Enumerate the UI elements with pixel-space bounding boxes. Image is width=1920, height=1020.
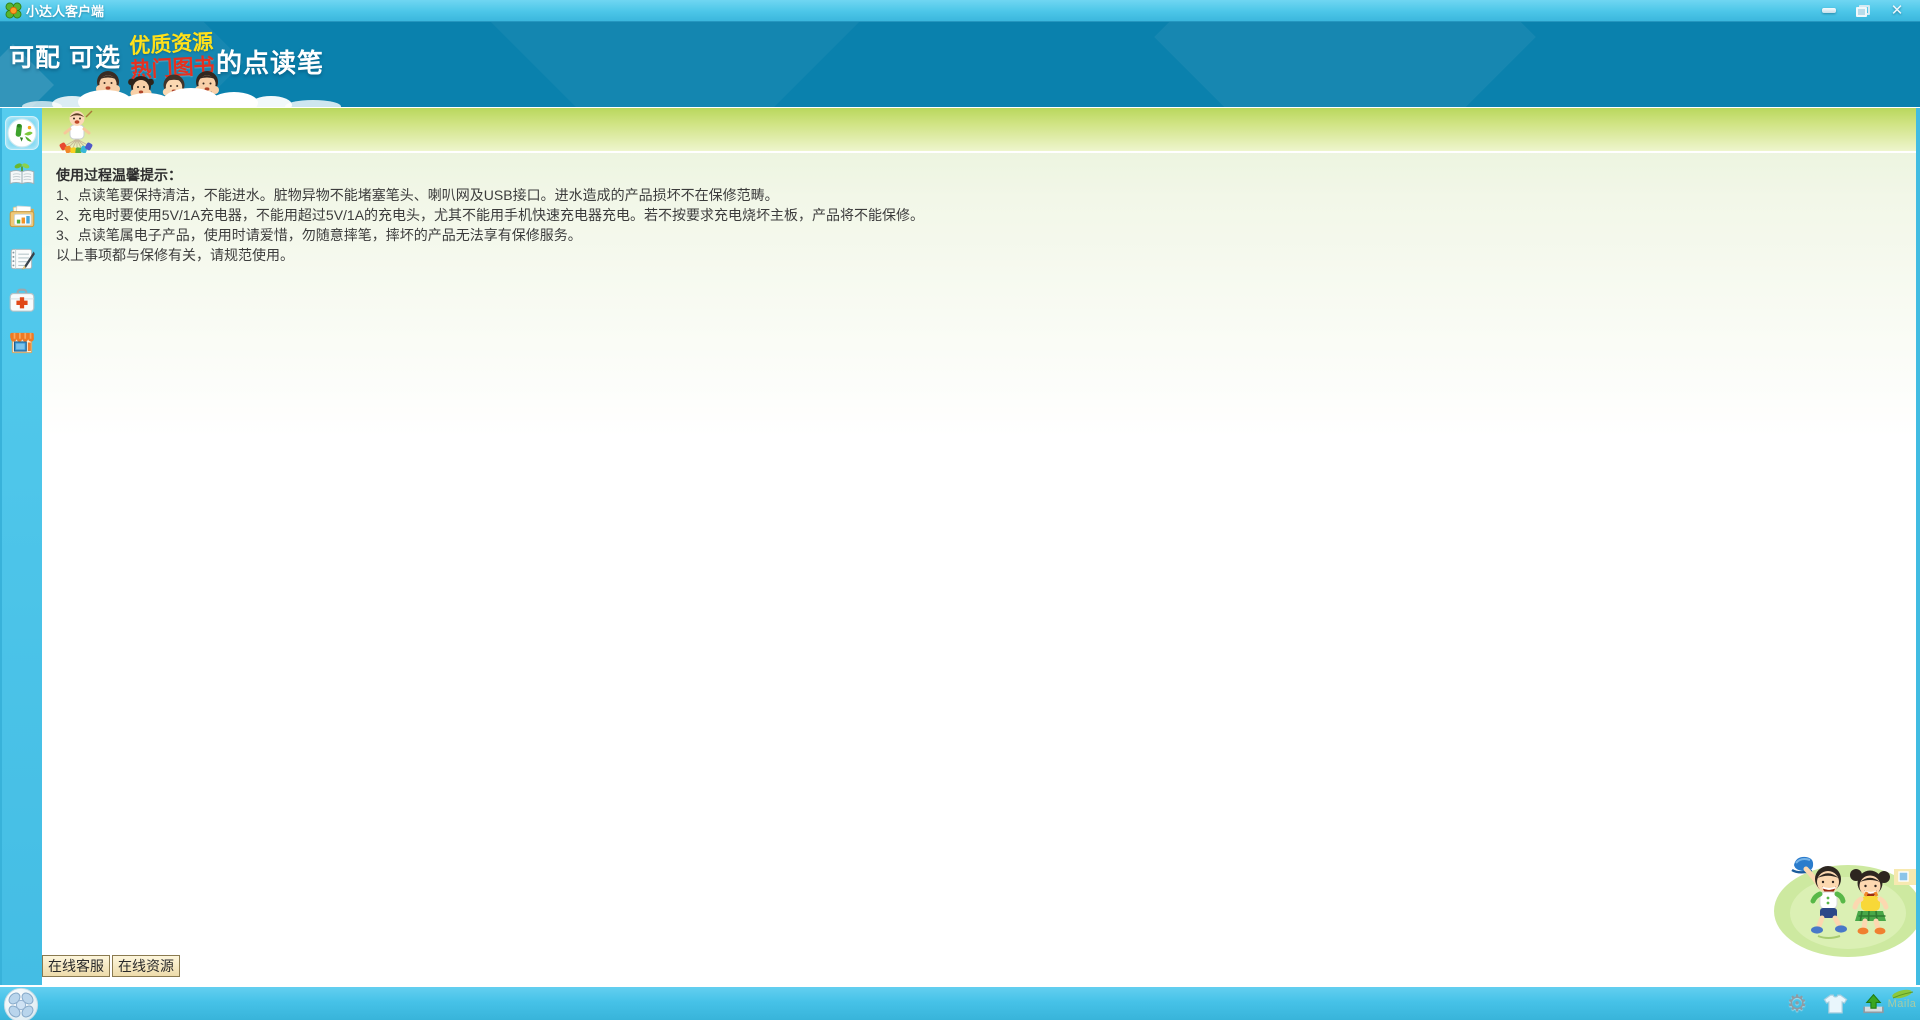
sidebar-item-resource-folder[interactable] xyxy=(5,200,39,234)
banner-headline-right: 的点读笔 xyxy=(216,43,324,80)
restore-icon xyxy=(1856,5,1870,17)
tips-line-2: 2、充电时要使用5V/1A充电器，不能用超过5V/1A的充电头，尤其不能用手机快… xyxy=(56,205,924,225)
store-icon xyxy=(7,328,37,358)
content-header-bar xyxy=(42,108,1916,153)
footer-buttons: 在线客服 在线资源 xyxy=(42,955,180,977)
sidebar-item-reader-pen[interactable] xyxy=(5,116,39,150)
restore-button[interactable] xyxy=(1850,3,1876,19)
gear-icon: ⚙ xyxy=(1787,993,1808,1016)
minimize-icon xyxy=(1822,8,1836,13)
app-logo-clover-icon xyxy=(5,2,22,19)
window-controls: ✕ xyxy=(1816,3,1920,19)
tips-line-4: 以上事项都与保修有关，请规范使用。 xyxy=(56,245,924,265)
close-icon: ✕ xyxy=(1891,3,1904,18)
status-bar: ⚙ Maila xyxy=(0,985,1920,1020)
shopper-kid-character xyxy=(56,109,98,153)
folder-chart-icon xyxy=(7,202,37,232)
maila-brand-logo: Maila xyxy=(1878,989,1920,1009)
content-panel: 使用过程温馨提示： 1、点读笔要保持清洁，不能进水。脏物异物不能堵塞笔头、喇叭网… xyxy=(42,108,1916,985)
reader-pen-plant-icon xyxy=(7,118,37,148)
settings-button[interactable]: ⚙ xyxy=(1784,992,1810,1016)
brand-name: Maila xyxy=(1878,1000,1920,1009)
banner-deco-shape xyxy=(456,22,894,108)
title-bar: 小达人客户端 ✕ xyxy=(0,0,1920,22)
tips-line-3: 3、点读笔属电子产品，使用时请爱惜，勿随意摔笔，摔坏的产品无法享有保修服务。 xyxy=(56,225,924,245)
sidebar-item-repair-kit[interactable] xyxy=(5,284,39,318)
usage-tips: 使用过程温馨提示： 1、点读笔要保持清洁，不能进水。脏物异物不能堵塞笔头、喇叭网… xyxy=(56,165,924,265)
sidebar xyxy=(2,108,42,985)
sidebar-item-notebook[interactable] xyxy=(5,242,39,276)
promo-banner: 可配 可选 优质资源 热门图书 的点读笔 xyxy=(0,22,1920,108)
status-bar-icons: ⚙ xyxy=(1784,992,1886,1016)
sidebar-item-book-sprout[interactable] xyxy=(5,158,39,192)
book-sprout-icon xyxy=(7,160,37,190)
first-aid-kit-icon xyxy=(7,286,37,316)
banner-deco-shape xyxy=(1154,22,1536,108)
t-shirt-icon xyxy=(1823,994,1848,1014)
skin-button[interactable] xyxy=(1822,992,1848,1016)
window-title: 小达人客户端 xyxy=(26,1,104,20)
app-window: 小达人客户端 ✕ 可配 可选 优质资源 热门图书 的点读笔 xyxy=(0,0,1920,1020)
flower-assistant-button[interactable] xyxy=(3,987,39,1020)
minimize-button[interactable] xyxy=(1816,3,1842,19)
kids-illustration xyxy=(1766,839,1916,957)
cloud-shape xyxy=(22,101,62,108)
close-button[interactable]: ✕ xyxy=(1884,3,1910,19)
notebook-pen-icon xyxy=(7,244,37,274)
cloud-shape xyxy=(285,100,341,108)
online-service-button[interactable]: 在线客服 xyxy=(42,955,110,977)
sidebar-item-store[interactable] xyxy=(5,326,39,360)
tips-title: 使用过程温馨提示： xyxy=(56,165,924,185)
online-resources-button[interactable]: 在线资源 xyxy=(112,955,180,977)
tips-line-1: 1、点读笔要保持清洁，不能进水。脏物异物不能堵塞笔头、喇叭网及USB接口。进水造… xyxy=(56,185,924,205)
main-row: 使用过程温馨提示： 1、点读笔要保持清洁，不能进水。脏物异物不能堵塞笔头、喇叭网… xyxy=(0,108,1920,985)
